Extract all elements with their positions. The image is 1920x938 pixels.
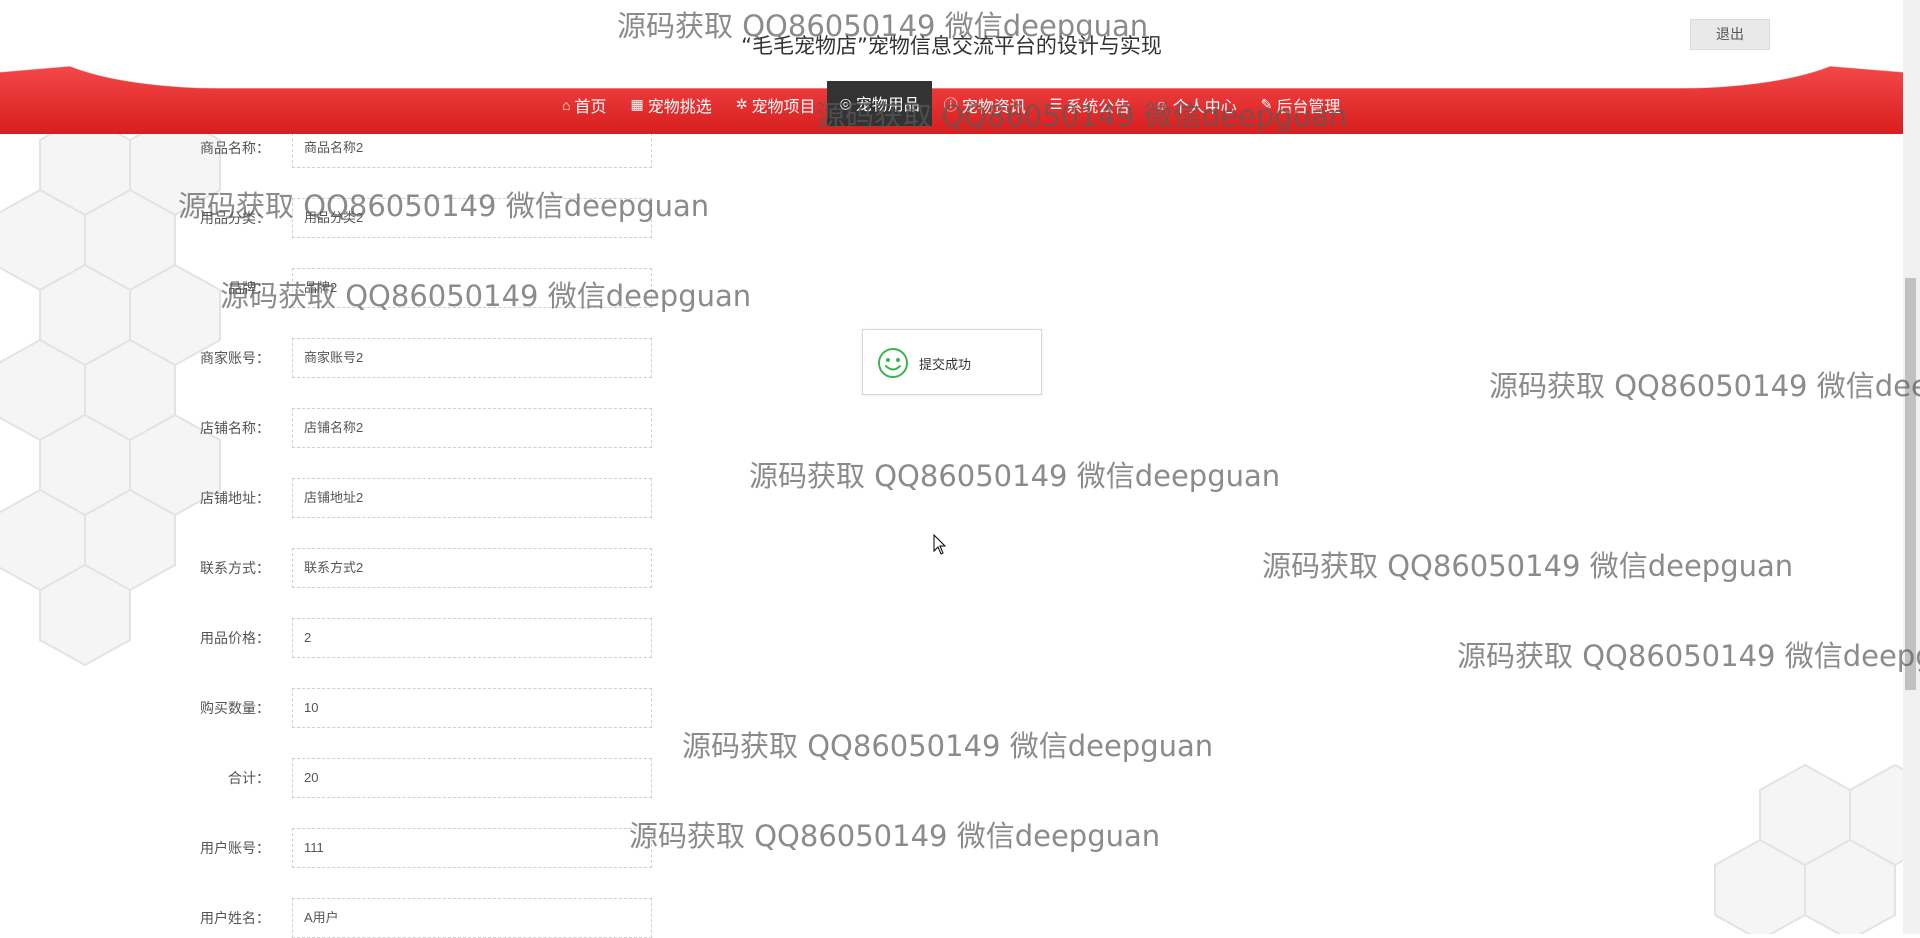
contact-field[interactable]: 联系方式2 [292, 548, 652, 588]
category-field[interactable]: 用品分类2 [292, 198, 652, 238]
page-scrollbar[interactable] [1903, 0, 1920, 934]
form-row-merchant-account: 商家账号： 商家账号2 [0, 338, 900, 378]
nav-item-pet-selection[interactable]: ▦ 宠物挑选 [618, 84, 723, 126]
toast-message: 提交成功 [919, 357, 972, 372]
site-title: “毛毛宠物店”宠物信息交流平台的设计与实现 [741, 34, 1162, 58]
info-icon: ⓘ [943, 96, 958, 113]
nav-item-admin[interactable]: ✎ 后台管理 [1249, 84, 1353, 126]
mouse-cursor-icon [933, 534, 947, 555]
field-label: 用品价格： [200, 630, 270, 646]
main-nav: ⌂ 首页 ▦ 宠物挑选 ✲ 宠物项目 ◎ 宠物用品 ⓘ 宠物资讯 ☰ 系统公告 … [0, 64, 1903, 134]
merchant-account-field[interactable]: 商家账号2 [292, 338, 652, 378]
field-label: 店铺地址： [200, 490, 270, 506]
nav-item-announcements[interactable]: ☰ 系统公告 [1038, 84, 1143, 126]
field-label: 用品分类： [200, 210, 270, 226]
form-row-total: 合计： 20 [0, 758, 900, 798]
product-name-field[interactable]: 商品名称2 [292, 128, 652, 168]
nav-item-label: 首页 [574, 98, 607, 116]
field-label: 用户姓名： [200, 910, 270, 926]
field-label: 联系方式： [200, 560, 270, 576]
total-field[interactable]: 20 [292, 758, 652, 798]
store-name-field[interactable]: 店铺名称2 [292, 408, 652, 448]
nav-item-pet-news[interactable]: ⓘ 宠物资讯 [932, 84, 1038, 126]
field-label: 商家账号： [200, 350, 270, 366]
nav-items: ⌂ 首页 ▦ 宠物挑选 ✲ 宠物项目 ◎ 宠物用品 ⓘ 宠物资讯 ☰ 系统公告 … [550, 80, 1352, 126]
nav-item-label: 系统公告 [1066, 98, 1131, 116]
nav-item-label: 宠物挑选 [647, 98, 712, 116]
user-account-field[interactable]: 111 [292, 828, 652, 868]
field-label: 品牌： [228, 280, 270, 296]
nav-item-label: 宠物资讯 [961, 98, 1026, 116]
form-row-product-name: 商品名称： 商品名称2 [0, 128, 900, 168]
form-row-user-name: 用户姓名： A用户 [0, 898, 900, 938]
form-row-brand: 品牌： 品牌2 [0, 268, 900, 308]
nav-item-pet-supplies[interactable]: ◎ 宠物用品 [827, 80, 932, 126]
nav-item-label: 后台管理 [1276, 98, 1341, 116]
form-row-store-name: 店铺名称： 店铺名称2 [0, 408, 900, 448]
form-row-store-address: 店铺地址： 店铺地址2 [0, 478, 900, 518]
form-row-price: 用品价格： 2 [0, 618, 900, 658]
nav-item-label: 宠物项目 [751, 98, 816, 116]
field-label: 用户账号： [200, 840, 270, 856]
field-label: 商品名称： [200, 140, 270, 156]
form-row-contact: 联系方式： 联系方式2 [0, 548, 900, 588]
user-icon: ☺ [1154, 96, 1169, 113]
home-icon: ⌂ [562, 96, 571, 113]
quantity-field[interactable]: 10 [292, 688, 652, 728]
logout-button[interactable]: 退出 [1690, 19, 1770, 50]
form-row-quantity: 购买数量： 10 [0, 688, 900, 728]
list-icon: ☰ [1049, 96, 1063, 112]
field-label: 合计： [228, 770, 270, 786]
nav-item-label: 个人中心 [1172, 98, 1237, 116]
nav-item-personal-center[interactable]: ☺ 个人中心 [1142, 84, 1248, 126]
grid-icon: ▦ [630, 96, 644, 112]
scrollbar-thumb[interactable] [1905, 278, 1916, 690]
wrench-icon: ✎ [1260, 96, 1273, 112]
brand-field[interactable]: 品牌2 [292, 268, 652, 308]
success-toast: 提交成功 [862, 329, 1042, 395]
nav-item-label: 宠物用品 [855, 97, 920, 114]
nav-item-pet-projects[interactable]: ✲ 宠物项目 [724, 84, 828, 126]
smile-icon [878, 348, 908, 378]
globe-icon: ◎ [839, 94, 852, 111]
price-field[interactable]: 2 [292, 618, 652, 658]
nav-item-home[interactable]: ⌂ 首页 [550, 84, 618, 126]
form-row-user-account: 用户账号： 111 [0, 828, 900, 868]
field-label: 购买数量： [200, 700, 270, 716]
gear-icon: ✲ [735, 96, 748, 112]
field-label: 店铺名称： [200, 420, 270, 436]
user-name-field[interactable]: A用户 [292, 898, 652, 938]
store-address-field[interactable]: 店铺地址2 [292, 478, 652, 518]
form-row-category: 用品分类： 用品分类2 [0, 198, 900, 238]
